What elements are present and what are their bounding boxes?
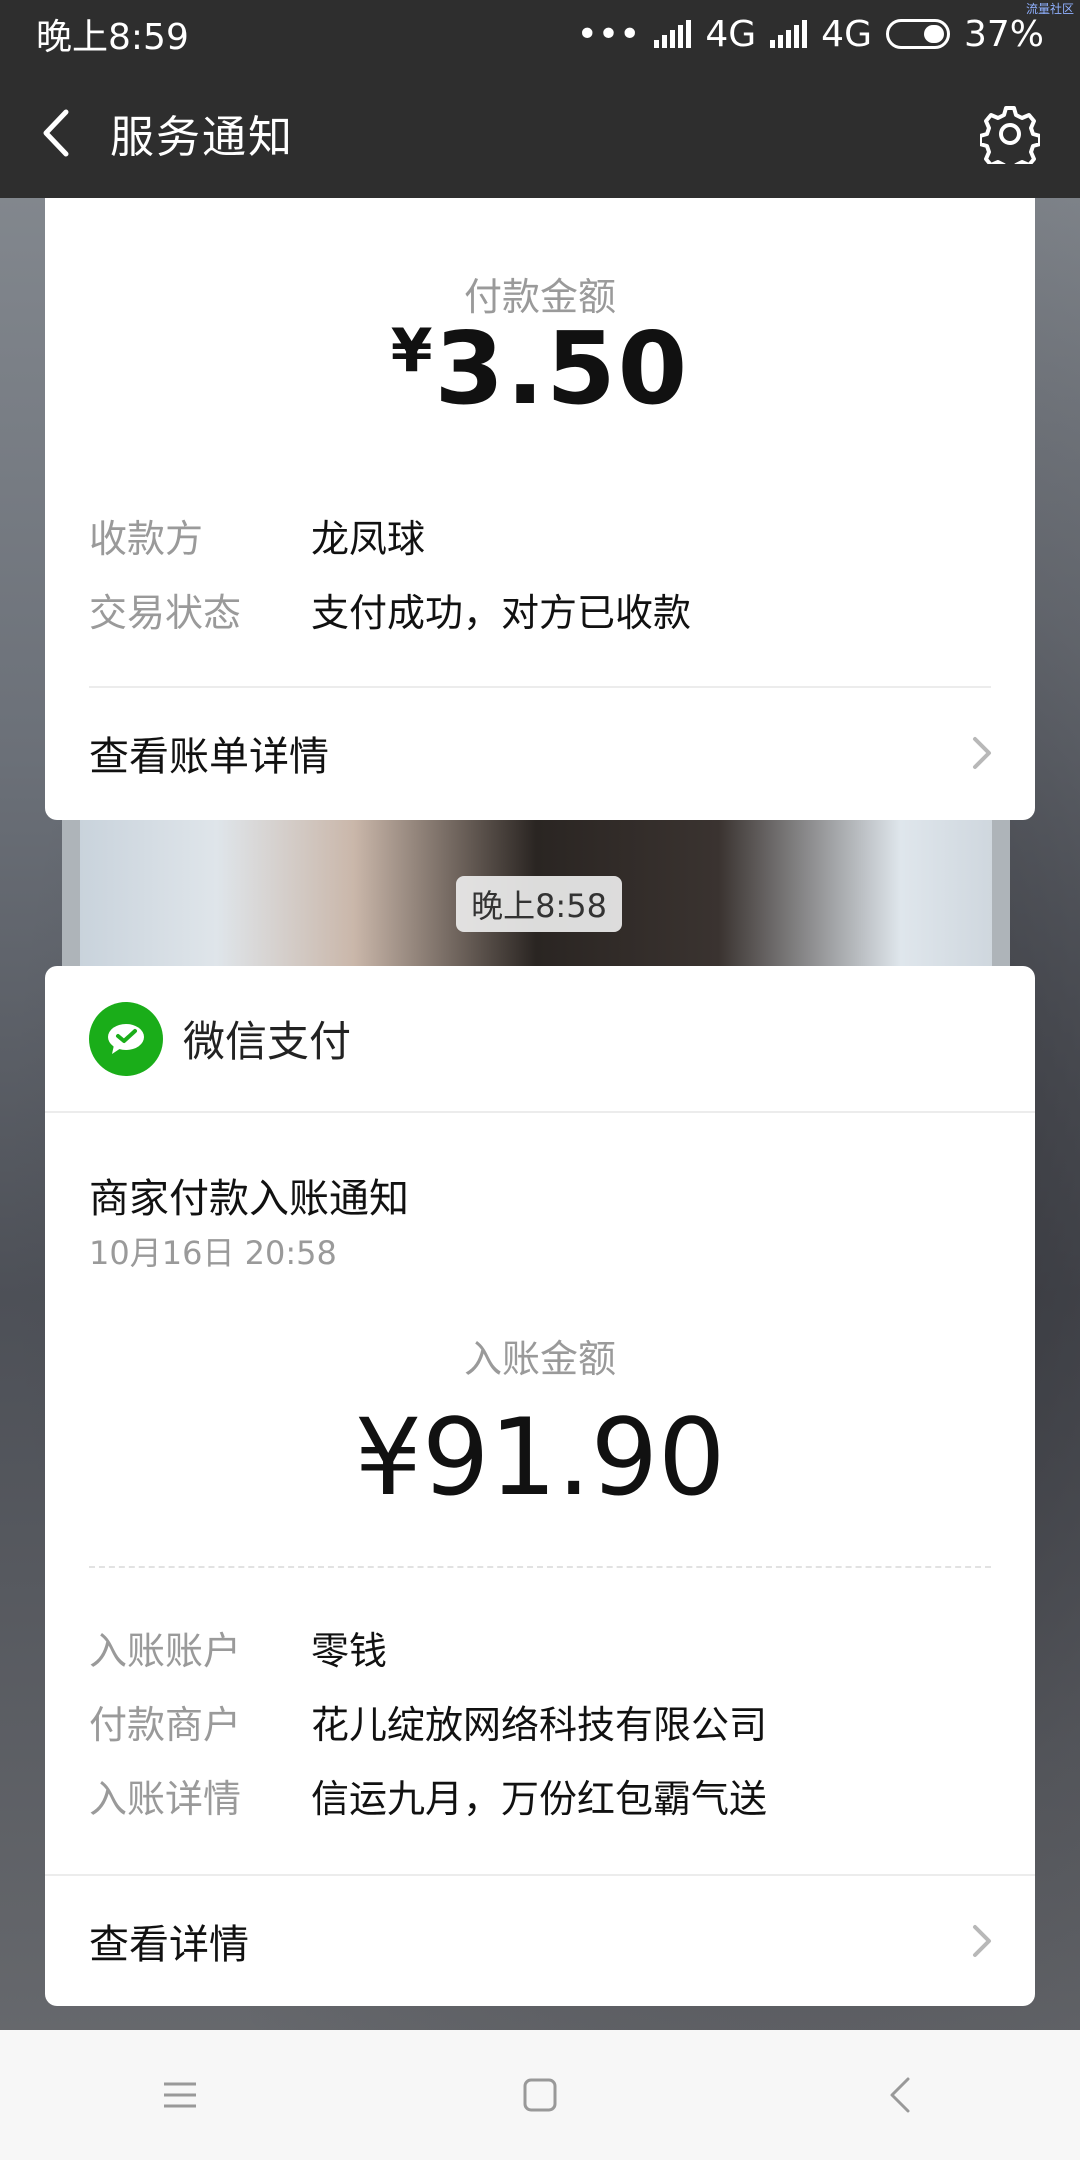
gear-icon[interactable] (978, 104, 1042, 174)
info-row: 入账账户 零钱 (89, 1620, 387, 1675)
amount-label: 入账金额 (463, 1337, 616, 1381)
row-key: 入账账户 (89, 1629, 242, 1673)
network-label-1: 4G (705, 13, 757, 55)
app-name: 微信支付 (183, 1017, 352, 1066)
info-row: 付款商户 花儿绽放网络科技有限公司 (89, 1694, 767, 1749)
battery-icon (885, 19, 950, 49)
page-title: 服务通知 (110, 112, 294, 163)
back-icon[interactable] (0, 68, 110, 198)
chevron-right-icon (973, 1925, 991, 1957)
amount-number: 3.50 (434, 310, 690, 427)
row-value: 龙凤球 (311, 517, 426, 561)
row-value: 花儿绽放网络科技有限公司 (311, 1703, 768, 1747)
divider (45, 1111, 1035, 1113)
income-card: 微信支付 商家付款入账通知 10月16日 20:58 入账金额 ¥91.90 入… (45, 966, 1035, 2006)
status-bar: 晚上8:59 ••• 4G 4G 37% 流量社区 (0, 0, 1080, 68)
home-icon[interactable] (480, 2045, 600, 2145)
wechat-pay-icon (89, 1001, 163, 1076)
status-indicators: ••• 4G 4G 37% (577, 14, 1044, 55)
currency-symbol: ¥ (390, 316, 435, 386)
link-label: 查看账单详情 (89, 734, 329, 780)
signal-icon-2 (770, 20, 808, 48)
row-key: 收款方 (89, 517, 204, 561)
message-timestamp: 晚上8:58 (456, 876, 622, 932)
info-row: 交易状态 支付成功，对方已收款 (89, 582, 691, 637)
signal-icon-1 (654, 20, 692, 48)
chevron-right-icon (973, 737, 991, 769)
info-row: 入账详情 信运九月，万份红包霸气送 (89, 1768, 767, 1823)
row-value: 信运九月，万份红包霸气送 (311, 1777, 768, 1821)
link-label: 查看详情 (89, 1922, 249, 1968)
payment-card: 付款金额 ¥3.50 收款方 龙凤球 交易状态 支付成功，对方已收款 查看账单详… (45, 198, 1035, 820)
navigation-bar: 服务通知 (0, 68, 1080, 198)
row-value: 零钱 (311, 1629, 388, 1673)
network-label-2: 4G (821, 13, 872, 55)
view-details-link[interactable]: 查看详情 (45, 1876, 1035, 2006)
amount-value: ¥91.90 (354, 1396, 726, 1519)
card-header[interactable]: 微信支付 (45, 966, 1035, 1111)
row-value: 支付成功，对方已收款 (311, 591, 692, 635)
notice-title: 商家付款入账通知 (89, 1176, 409, 1222)
menu-icon[interactable] (120, 2045, 240, 2145)
row-key: 付款商户 (89, 1703, 242, 1747)
amount-value: ¥3.50 (45, 310, 1035, 427)
battery-percent: 37% (963, 13, 1044, 55)
status-time: 晚上8:59 (36, 17, 189, 58)
view-bill-details-link[interactable]: 查看账单详情 (45, 688, 1035, 818)
info-row: 收款方 龙凤球 (89, 508, 425, 563)
more-dots-icon: ••• (576, 13, 641, 55)
dashed-divider (89, 1566, 991, 1568)
back-nav-icon[interactable] (840, 2045, 960, 2145)
system-navigation-bar (0, 2030, 1080, 2160)
notice-datetime: 10月16日 20:58 (89, 1234, 337, 1272)
watermark-text: 流量社区 (1025, 2, 1074, 16)
row-key: 交易状态 (89, 591, 242, 635)
row-key: 入账详情 (89, 1777, 242, 1821)
